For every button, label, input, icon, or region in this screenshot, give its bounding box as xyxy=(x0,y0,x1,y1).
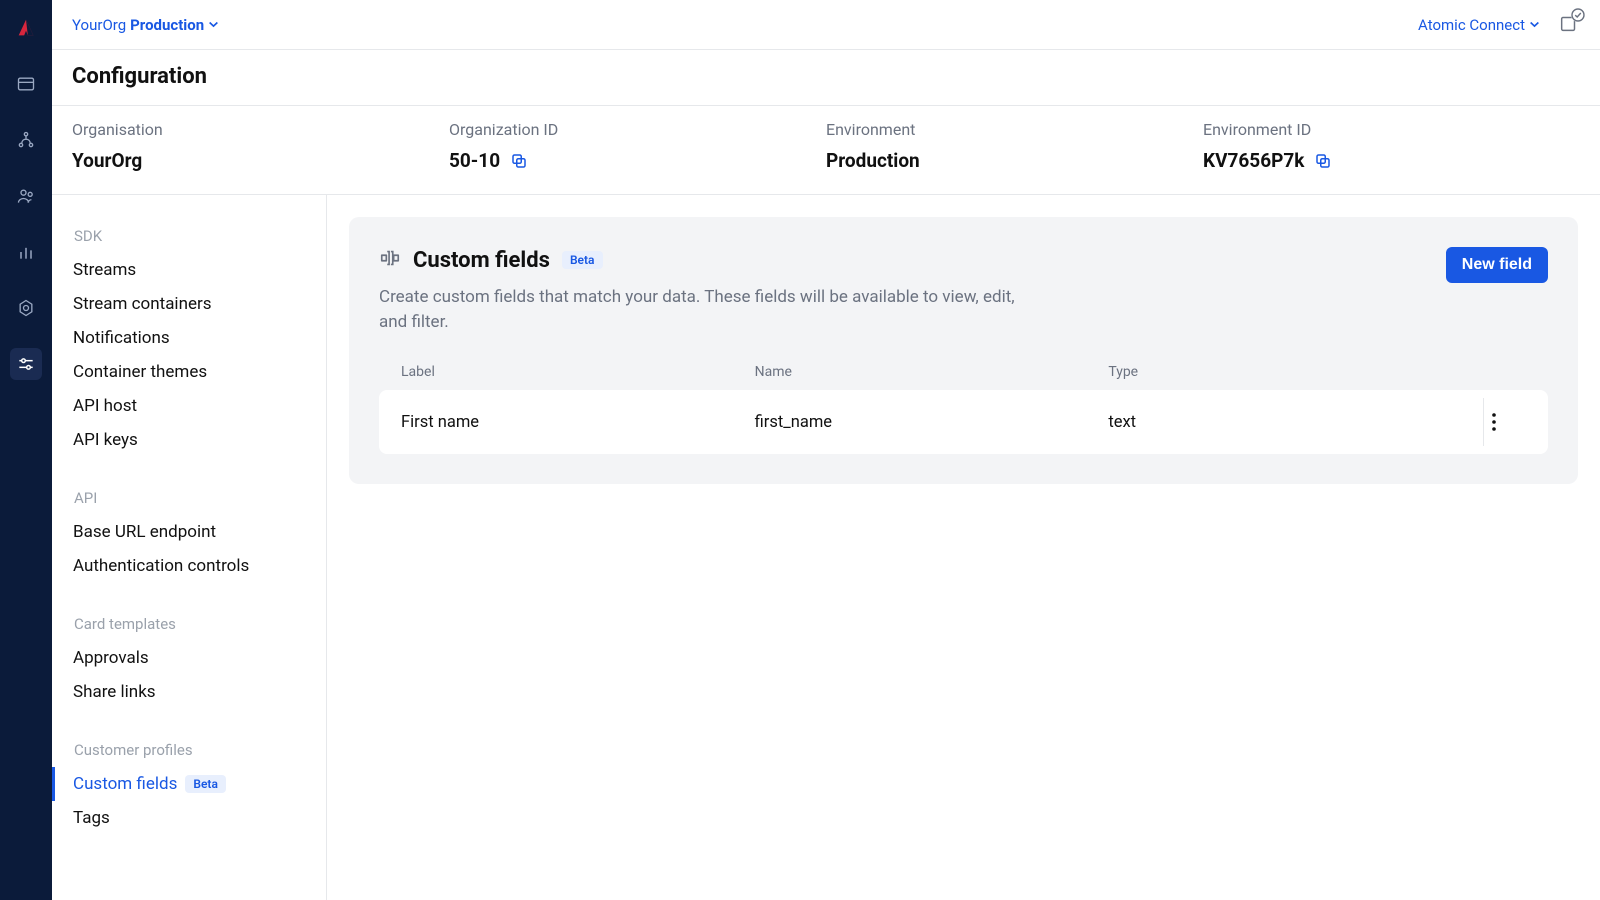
new-field-button[interactable]: New field xyxy=(1446,247,1548,283)
fields-table: Label Name Type First name first_name te… xyxy=(379,354,1548,454)
nav-group-card-templates: Card templates xyxy=(70,611,326,641)
nav-api-host[interactable]: API host xyxy=(52,389,326,423)
page-title: Configuration xyxy=(72,64,1580,89)
card-description: Create custom fields that match your dat… xyxy=(379,285,1019,334)
rail-cards-icon[interactable] xyxy=(10,68,42,100)
cell-name: first_name xyxy=(755,413,1109,432)
copy-envid-button[interactable] xyxy=(1314,152,1332,170)
org-name: YourOrg xyxy=(72,16,126,34)
info-org-label: Organisation xyxy=(72,120,449,139)
table-row: First name first_name text xyxy=(379,390,1548,454)
rail-branch-icon[interactable] xyxy=(10,124,42,156)
copy-orgid-button[interactable] xyxy=(510,152,528,170)
info-envid-value: KV7656P7k xyxy=(1203,149,1304,172)
nav-stream-containers[interactable]: Stream containers xyxy=(52,287,326,321)
page-title-bar: Configuration xyxy=(52,50,1600,106)
custom-fields-card: Custom fields Beta Create custom fields … xyxy=(349,217,1578,484)
field-icon xyxy=(379,247,401,273)
card-title: Custom fields xyxy=(413,248,550,273)
info-env-value: Production xyxy=(826,149,1203,172)
info-orgid-label: Organization ID xyxy=(449,120,826,139)
nav-approvals[interactable]: Approvals xyxy=(52,641,326,675)
nav-base-url[interactable]: Base URL endpoint xyxy=(52,515,326,549)
info-envid-label: Environment ID xyxy=(1203,120,1580,139)
nav-container-themes[interactable]: Container themes xyxy=(52,355,326,389)
chevron-down-icon xyxy=(1529,19,1540,30)
col-label: Label xyxy=(401,364,755,380)
nav-api-keys[interactable]: API keys xyxy=(52,423,326,457)
chevron-down-icon xyxy=(208,19,219,30)
nav-group-sdk: SDK xyxy=(70,223,326,253)
cell-type: text xyxy=(1108,413,1462,432)
nav-share-links[interactable]: Share links xyxy=(52,675,326,709)
env-name: Production xyxy=(130,16,204,34)
rail-config-icon[interactable] xyxy=(10,348,42,380)
rail-settings-icon[interactable] xyxy=(10,292,42,324)
config-sidenav: SDK Streams Stream containers Notificati… xyxy=(52,195,327,900)
info-env-label: Environment xyxy=(826,120,1203,139)
nav-notifications[interactable]: Notifications xyxy=(52,321,326,355)
col-name: Name xyxy=(755,364,1109,380)
logo-icon[interactable] xyxy=(10,12,42,44)
atomic-connect-link[interactable]: Atomic Connect xyxy=(1418,16,1540,34)
nav-group-customer-profiles: Customer profiles xyxy=(70,737,326,767)
rail-users-icon[interactable] xyxy=(10,180,42,212)
info-org-value: YourOrg xyxy=(72,149,449,172)
nav-streams[interactable]: Streams xyxy=(52,253,326,287)
left-rail xyxy=(0,0,52,900)
nav-custom-fields[interactable]: Custom fields Beta xyxy=(52,767,326,801)
topbar: YourOrg Production Atomic Connect xyxy=(52,0,1600,50)
info-orgid-value: 50-10 xyxy=(449,149,500,172)
beta-badge: Beta xyxy=(185,775,226,793)
org-env-switcher[interactable]: YourOrg Production xyxy=(72,16,219,34)
org-info-row: Organisation YourOrg Organization ID 50-… xyxy=(52,106,1600,195)
row-actions-button[interactable] xyxy=(1480,408,1508,436)
tasks-icon[interactable] xyxy=(1558,12,1580,38)
nav-tags[interactable]: Tags xyxy=(52,801,326,835)
nav-auth-controls[interactable]: Authentication controls xyxy=(52,549,326,583)
rail-analytics-icon[interactable] xyxy=(10,236,42,268)
nav-group-api: API xyxy=(70,485,326,515)
col-type: Type xyxy=(1108,364,1462,380)
cell-label: First name xyxy=(401,413,755,432)
beta-badge: Beta xyxy=(562,251,603,269)
